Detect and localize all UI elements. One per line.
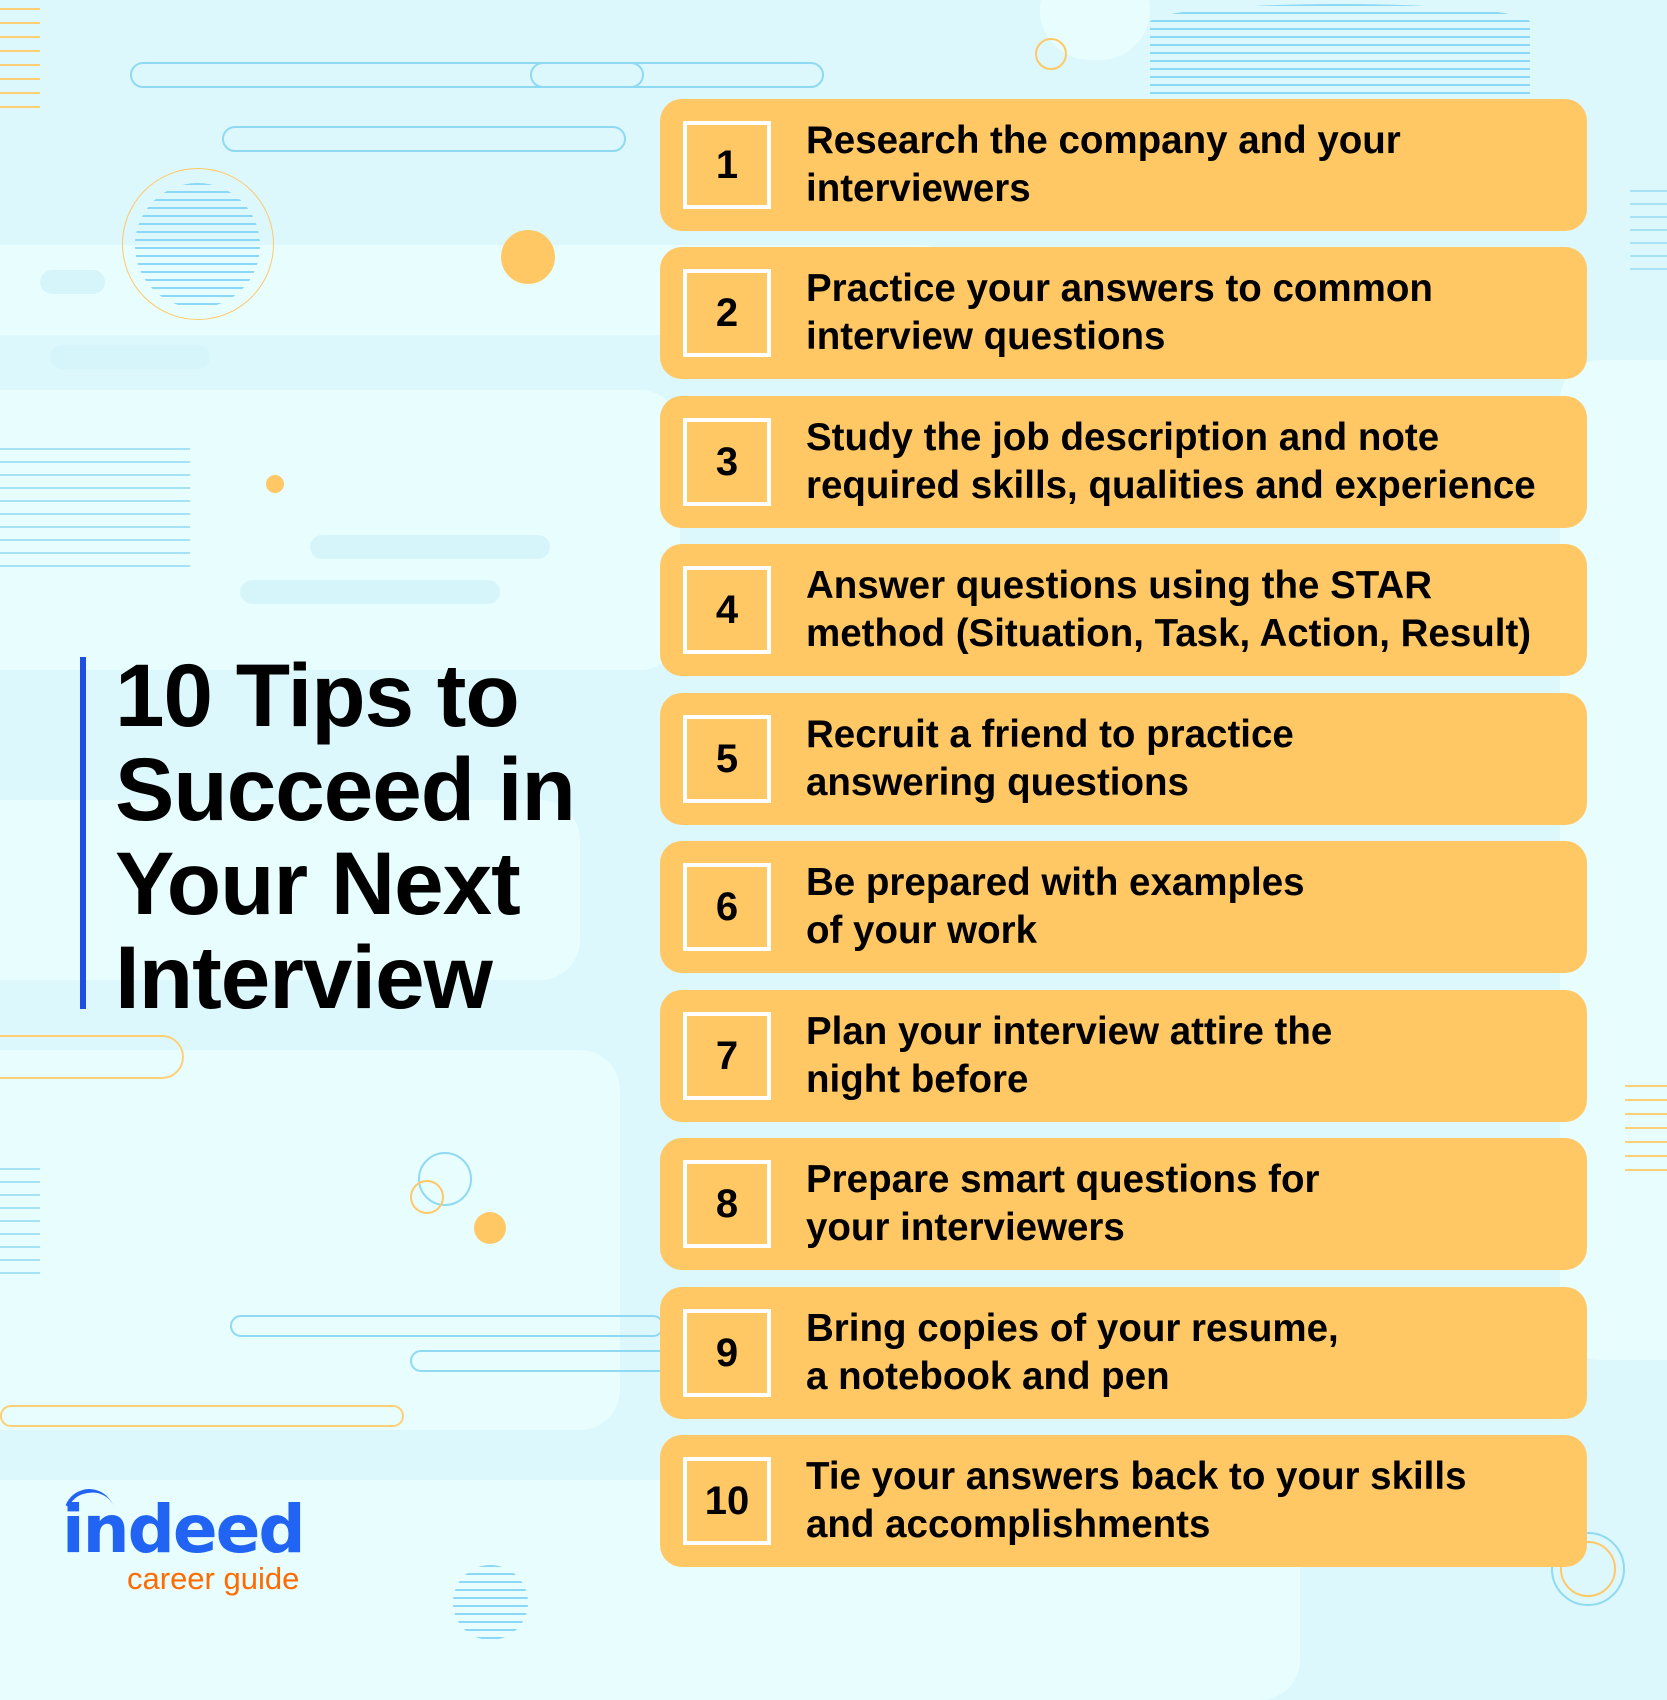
bg-striped-dome — [1150, 4, 1530, 96]
bg-ring — [1035, 38, 1067, 70]
tip-text: Study the job description and note requi… — [806, 416, 1536, 507]
tip-number: 6 — [683, 863, 771, 951]
title-accent-bar — [80, 657, 86, 1009]
page-title: 10 Tips to Succeed in Your Next Intervie… — [115, 648, 675, 1024]
tip-card: 7 Plan your interview attire the night be… — [660, 990, 1587, 1122]
bg-orange-stripes — [0, 8, 40, 108]
bg-striped-circle — [453, 1565, 528, 1640]
tip-card: 1 Research the company and your interview… — [660, 99, 1587, 231]
tip-text: Research the company and your interviewe… — [806, 119, 1401, 210]
bg-pill — [240, 580, 500, 604]
tip-number: 2 — [683, 269, 771, 357]
tip-text: Answer questions using the STAR method (… — [806, 564, 1532, 655]
bg-outline-pill — [530, 62, 824, 88]
bg-dot — [474, 1212, 506, 1244]
tip-text: Plan your interview attire the night bef… — [806, 1010, 1333, 1101]
tip-text: Be prepared with examples of your work — [806, 861, 1305, 952]
tip-number: 10 — [683, 1457, 771, 1545]
bg-outline-pill — [0, 1405, 404, 1427]
logo-subtitle: career guide — [127, 1561, 300, 1596]
title-line: Your Next — [115, 833, 521, 933]
tip-text: Practice your answers to common intervie… — [806, 267, 1433, 358]
bg-pill — [40, 270, 105, 294]
bg-pill — [310, 535, 550, 559]
tip-number: 7 — [683, 1012, 771, 1100]
bg-dot — [266, 475, 284, 493]
bg-outline-pill — [0, 1035, 184, 1079]
bg-blue-stripes — [0, 448, 190, 573]
tip-number: 9 — [683, 1309, 771, 1397]
bg-outline-pill — [410, 1350, 674, 1372]
tip-card: 9 Bring copies of your resume, a notebook… — [660, 1287, 1587, 1419]
bg-pill — [50, 345, 210, 369]
bg-band — [0, 1050, 620, 1430]
tip-card: 2 Practice your answers to common intervi… — [660, 247, 1587, 379]
title-line: Succeed in — [115, 739, 576, 839]
bg-orange-stripes — [1625, 1085, 1667, 1180]
tip-text: Bring copies of your resume, a notebook … — [806, 1307, 1339, 1398]
title-line: 10 Tips to — [115, 645, 520, 745]
tip-number: 1 — [683, 121, 771, 209]
bg-outline-pill — [230, 1315, 664, 1337]
bg-ring — [122, 168, 274, 320]
tip-number: 4 — [683, 566, 771, 654]
bg-outline-pill — [222, 126, 626, 152]
bg-dot — [501, 230, 555, 284]
bg-blue-stripes — [0, 1168, 40, 1278]
tip-card: 4 Answer questions using the STAR method … — [660, 544, 1587, 676]
tip-number: 8 — [683, 1160, 771, 1248]
tip-card: 5 Recruit a friend to practice answering … — [660, 693, 1587, 825]
indeed-career-guide-logo: indeed career guide — [56, 1481, 306, 1597]
tip-card: 3 Study the job description and note requ… — [660, 396, 1587, 528]
tip-text: Prepare smart questions for your intervi… — [806, 1158, 1320, 1249]
tip-text: Tie your answers back to your skills and… — [806, 1455, 1467, 1546]
tip-card: 8 Prepare smart questions for your interv… — [660, 1138, 1587, 1270]
title-line: Interview — [115, 927, 493, 1027]
bg-ring — [410, 1180, 444, 1214]
tip-text: Recruit a friend to practice answering q… — [806, 713, 1294, 804]
bg-blue-stripes — [1630, 190, 1667, 280]
tip-number: 3 — [683, 418, 771, 506]
tip-number: 5 — [683, 715, 771, 803]
tip-card: 6 Be prepared with examples of your work — [660, 841, 1587, 973]
tip-card: 10 Tie your answers back to your skills a… — [660, 1435, 1587, 1567]
